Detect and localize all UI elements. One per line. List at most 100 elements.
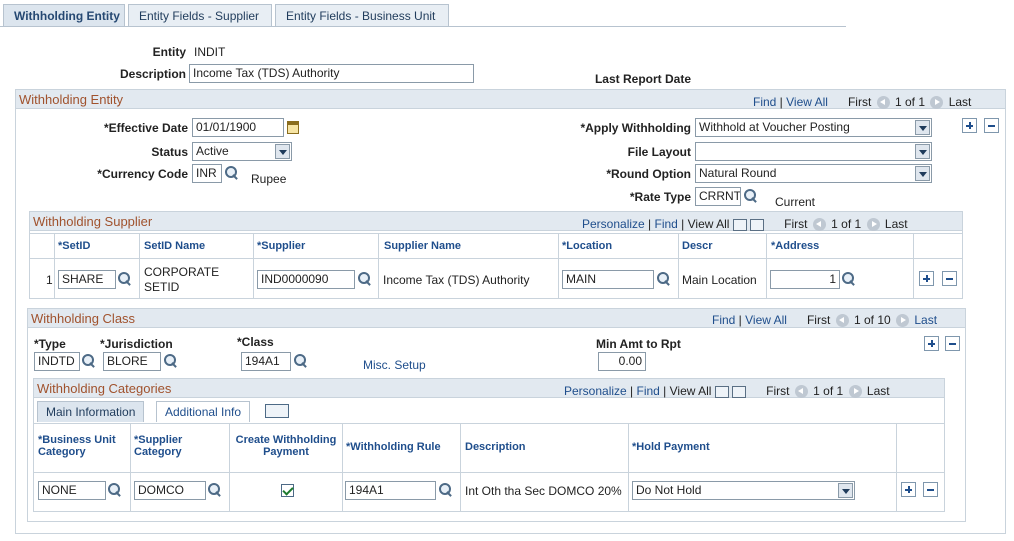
last-label: Last	[948, 95, 972, 109]
class-label: *Class	[237, 335, 274, 349]
add-row-button[interactable]	[919, 271, 934, 286]
lookup-icon[interactable]	[841, 271, 857, 287]
lookup-icon[interactable]	[438, 482, 454, 498]
spreadsheet-icon[interactable]	[732, 385, 747, 398]
subtab-additional-info[interactable]: Additional Info	[156, 401, 251, 422]
previous-icon[interactable]	[794, 385, 808, 399]
supplier-name-value: Income Tax (TDS) Authority	[383, 273, 530, 287]
apply-withholding-select[interactable]: Withhold at Voucher Posting	[695, 118, 932, 137]
description-input[interactable]: Income Tax (TDS) Authority	[189, 64, 474, 83]
zoom-icon[interactable]	[714, 385, 729, 398]
setid-input[interactable]: SHARE	[58, 270, 116, 289]
hold-payment-select[interactable]: Do Not Hold	[632, 481, 855, 500]
col-supplier[interactable]: *Supplier	[257, 240, 305, 252]
add-row-button[interactable]	[924, 336, 939, 351]
chevron-down-icon[interactable]	[838, 483, 853, 498]
col-supplier-category-line1: *Supplier	[134, 434, 183, 446]
col-setid-name[interactable]: SetID Name	[144, 240, 205, 252]
lookup-icon[interactable]	[656, 271, 672, 287]
next-icon[interactable]	[848, 385, 862, 399]
delete-row-button[interactable]	[942, 271, 957, 286]
find-link[interactable]: Find	[637, 384, 660, 398]
calendar-icon[interactable]	[287, 121, 299, 134]
subtab-main-information[interactable]: Main Information	[37, 401, 145, 422]
tab-entity-fields-business-unit[interactable]: Entity Fields - Business Unit	[275, 4, 449, 27]
spreadsheet-icon[interactable]	[750, 218, 765, 231]
delete-row-button[interactable]	[984, 118, 999, 133]
add-row-button[interactable]	[901, 482, 916, 497]
previous-icon[interactable]	[835, 314, 849, 328]
location-input[interactable]: MAIN	[562, 270, 654, 289]
lookup-icon[interactable]	[107, 482, 123, 498]
apply-withholding-value: Withhold at Voucher Posting	[699, 120, 850, 134]
bu-category-input[interactable]: NONE	[38, 481, 106, 500]
col-setid[interactable]: *SetID	[58, 240, 90, 252]
col-descr[interactable]: Descr	[682, 240, 713, 252]
next-icon[interactable]	[930, 96, 944, 110]
chevron-down-icon[interactable]	[915, 166, 930, 181]
first-label: First	[766, 384, 790, 398]
col-description[interactable]: Description	[465, 441, 526, 453]
col-bu-category[interactable]: *Business Unit Category	[38, 434, 116, 458]
effective-date-input[interactable]: 01/01/1900	[192, 118, 284, 137]
col-create-payment[interactable]: Create Withholding Payment	[230, 434, 342, 458]
descr-value: Main Location	[682, 273, 757, 287]
lookup-icon[interactable]	[357, 271, 373, 287]
find-link[interactable]: Find	[753, 95, 776, 109]
type-input[interactable]: INDTD	[34, 352, 80, 371]
min-amt-input[interactable]: 0.00	[598, 352, 646, 371]
class-input[interactable]: 194A1	[241, 352, 291, 371]
round-option-select[interactable]: Natural Round	[695, 164, 932, 183]
grid-line	[896, 423, 897, 511]
supplier-category-input[interactable]: DOMCO	[134, 481, 206, 500]
currency-code-label: *Currency Code	[97, 167, 188, 181]
add-row-button[interactable]	[962, 118, 977, 133]
withholding-rule-input[interactable]: 194A1	[345, 481, 436, 500]
personalize-link[interactable]: Personalize	[564, 384, 627, 398]
previous-icon[interactable]	[876, 96, 890, 110]
file-layout-select[interactable]	[695, 142, 932, 161]
col-address[interactable]: *Address	[771, 240, 819, 252]
lookup-icon[interactable]	[743, 188, 759, 204]
rate-type-desc: Current	[775, 195, 816, 209]
view-all-link[interactable]: View All	[745, 313, 787, 327]
lookup-icon[interactable]	[293, 353, 309, 369]
col-withholding-rule[interactable]: *Withholding Rule	[346, 441, 441, 453]
col-supplier-name[interactable]: Supplier Name	[384, 240, 461, 252]
address-input[interactable]: 1	[770, 270, 840, 289]
find-link[interactable]: Find	[712, 313, 735, 327]
show-all-columns-icon[interactable]	[265, 404, 289, 418]
chevron-down-icon[interactable]	[915, 144, 930, 159]
zoom-icon[interactable]	[732, 218, 747, 231]
lookup-icon[interactable]	[207, 482, 223, 498]
tab-entity-fields-supplier[interactable]: Entity Fields - Supplier	[128, 4, 272, 27]
previous-icon[interactable]	[812, 218, 826, 232]
chevron-down-icon[interactable]	[275, 144, 290, 159]
view-all-text[interactable]: View All	[688, 217, 730, 231]
status-select[interactable]: Active	[192, 142, 292, 161]
lookup-icon[interactable]	[117, 271, 133, 287]
next-icon[interactable]	[866, 218, 880, 232]
delete-row-button[interactable]	[923, 482, 938, 497]
view-all-link[interactable]: View All	[786, 95, 828, 109]
view-all-text[interactable]: View All	[670, 384, 712, 398]
currency-code-input[interactable]: INR	[192, 164, 222, 183]
next-icon[interactable]	[896, 314, 910, 328]
currency-desc: Rupee	[251, 172, 287, 186]
delete-row-button[interactable]	[945, 336, 960, 351]
col-supplier-category[interactable]: *Supplier Category	[134, 434, 182, 458]
rate-type-input[interactable]: CRRNT	[695, 187, 741, 206]
supplier-input[interactable]: IND0000090	[257, 270, 355, 289]
lookup-icon[interactable]	[81, 353, 97, 369]
col-location[interactable]: *Location	[562, 240, 612, 252]
last-link[interactable]: Last	[914, 313, 937, 327]
lookup-icon[interactable]	[224, 165, 240, 181]
chevron-down-icon[interactable]	[915, 120, 930, 135]
find-link[interactable]: Find	[655, 217, 678, 231]
lookup-icon[interactable]	[163, 353, 179, 369]
col-hold-payment[interactable]: *Hold Payment	[632, 441, 710, 453]
tab-withholding-entity[interactable]: Withholding Entity	[3, 4, 125, 27]
jurisdiction-input[interactable]: BLORE	[103, 352, 161, 371]
personalize-link[interactable]: Personalize	[582, 217, 645, 231]
create-payment-checkbox[interactable]	[281, 484, 294, 497]
